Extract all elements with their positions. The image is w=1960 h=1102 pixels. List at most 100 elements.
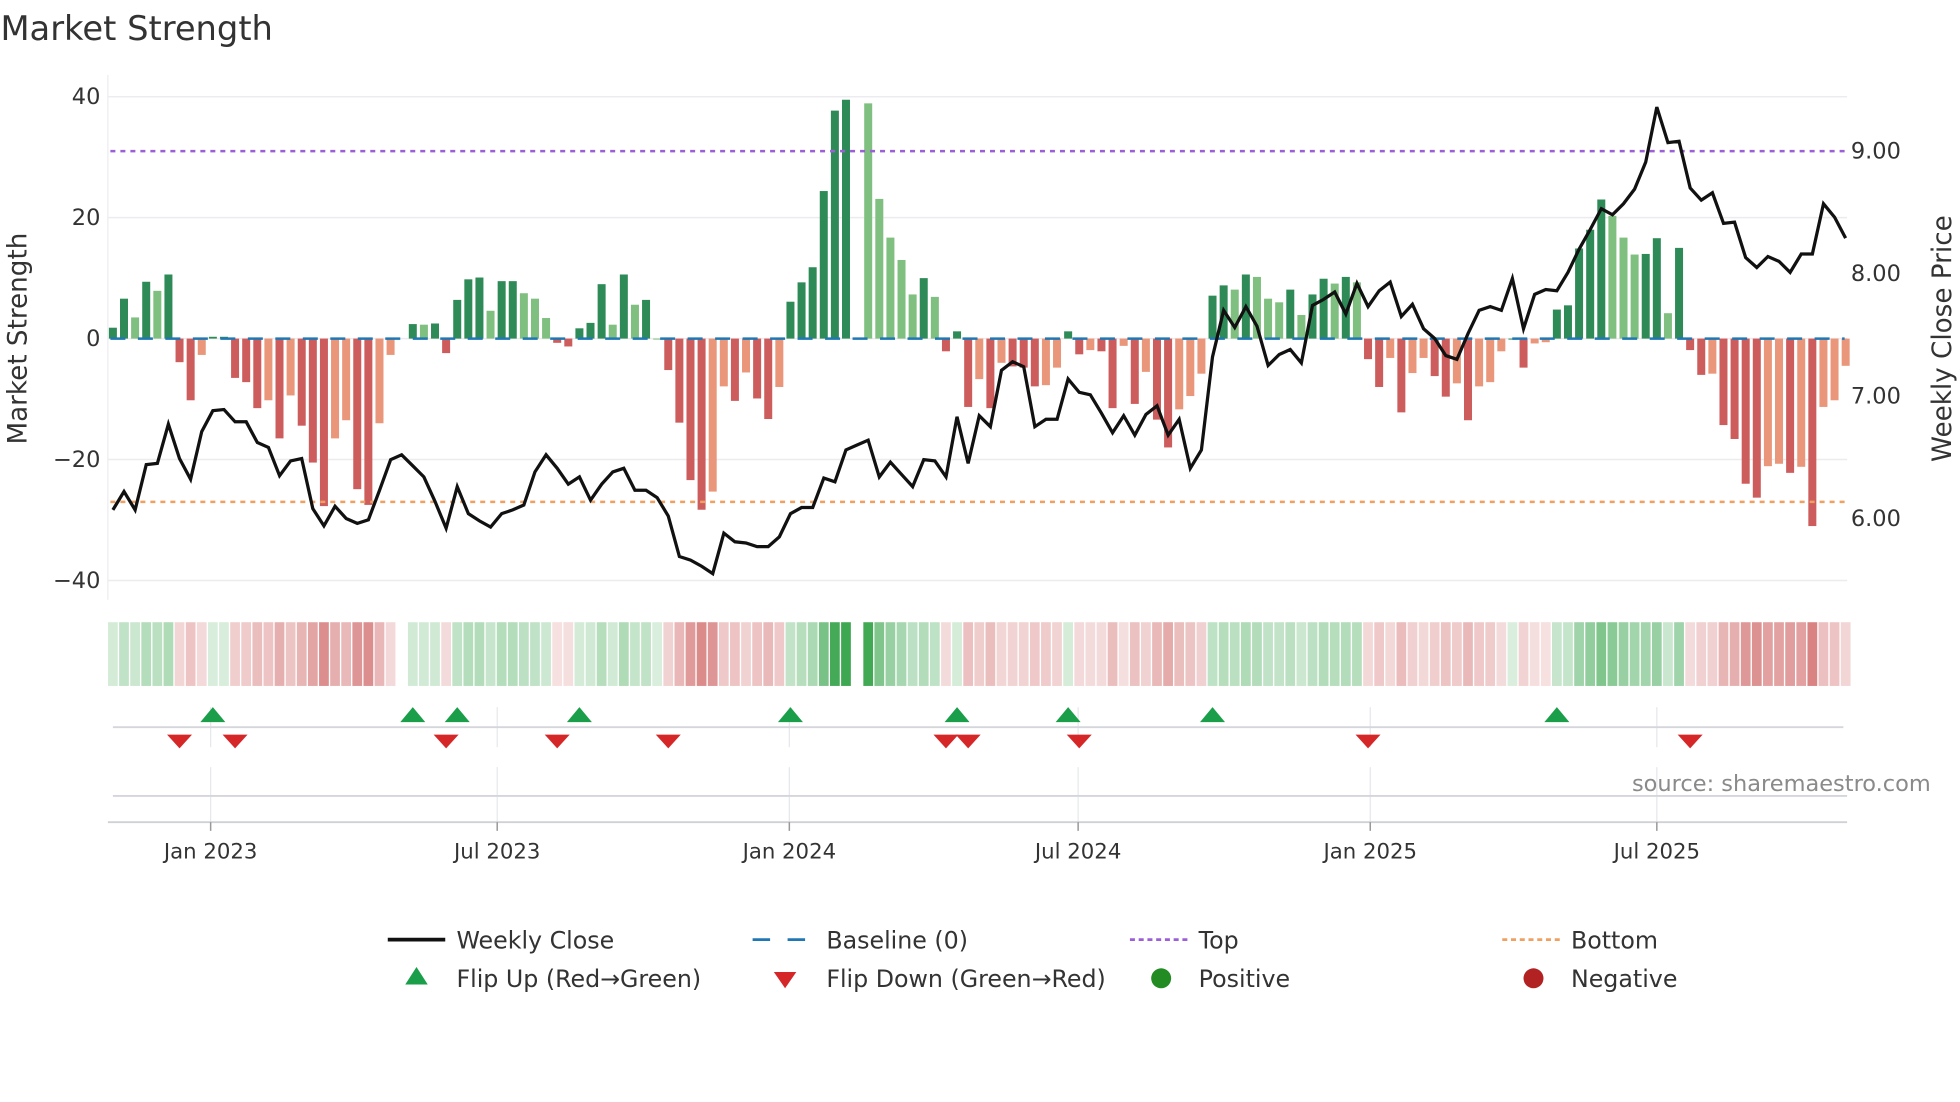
heatmap-cell — [1529, 622, 1540, 686]
strength-bar — [1775, 338, 1784, 464]
heatmap-cell — [1496, 622, 1507, 686]
heatmap-cell — [196, 622, 207, 686]
flip-down-marker — [544, 734, 570, 749]
legend-label: Flip Up (Red→Green) — [456, 965, 701, 993]
heatmap-cell — [1596, 622, 1607, 686]
strength-bar — [1019, 338, 1028, 368]
strength-bar — [1652, 238, 1661, 339]
strength-bar — [586, 322, 595, 339]
strength-bar — [253, 338, 262, 409]
strength-bar — [1464, 338, 1473, 421]
strength-bar — [197, 338, 206, 355]
heatmap-cell — [1574, 622, 1584, 686]
strength-bar — [1841, 338, 1850, 366]
strength-bar — [1408, 338, 1417, 374]
strength-bar — [1319, 278, 1328, 339]
heatmap-cell — [1063, 622, 1074, 686]
strength-bar — [908, 294, 917, 339]
strength-bar — [453, 299, 462, 339]
x-tick-label: Jul 2024 — [1033, 839, 1121, 864]
heatmap-cell — [463, 622, 474, 686]
legend-label: Bottom — [1571, 926, 1658, 954]
chart-title: Market Strength — [0, 9, 272, 48]
heatmap-cell — [907, 622, 918, 686]
strength-bar — [1053, 338, 1062, 368]
heatmap-cell — [363, 622, 374, 686]
heatmap-cell — [963, 622, 974, 686]
heatmap-cell — [1240, 622, 1251, 686]
heatmap-cell — [1774, 622, 1784, 686]
heatmap-cell — [541, 622, 551, 686]
heatmap-cell — [1174, 622, 1185, 686]
heatmap-cell — [918, 622, 929, 686]
legend-item-baseline[interactable]: Baseline (0) — [752, 926, 968, 954]
heatmap-cell — [807, 622, 818, 686]
legend-item-flip_up[interactable]: Flip Up (Red→Green) — [405, 965, 701, 993]
strength-bar — [1208, 295, 1217, 339]
heatmap-cell — [863, 622, 874, 686]
heatmap-cell — [1818, 622, 1829, 686]
strength-bar — [1663, 313, 1672, 339]
legend-item-positive[interactable]: Positive — [1151, 965, 1290, 993]
strength-bar — [1119, 338, 1128, 346]
heatmap-cell — [1041, 622, 1051, 686]
heatmap-cell — [641, 622, 651, 686]
strength-bar — [131, 317, 140, 339]
circle-icon — [1523, 968, 1544, 989]
heatmap-cell — [141, 622, 152, 686]
heatmap-cell — [219, 622, 229, 686]
strength-bar — [1041, 338, 1050, 386]
strength-bar — [153, 290, 162, 339]
strength-bar — [686, 338, 695, 481]
heatmap-cell — [696, 622, 707, 686]
legend-item-weekly_close[interactable]: Weekly Close — [387, 926, 614, 954]
strength-bar — [1708, 338, 1717, 374]
heatmap-cell — [407, 622, 418, 686]
strength-bar — [1586, 229, 1595, 339]
strength-bar — [786, 301, 795, 339]
heatmap-cell — [174, 622, 185, 686]
heatmap-cell — [108, 622, 118, 686]
heatmap-cell — [1374, 622, 1385, 686]
heatmap-cell — [785, 622, 796, 686]
heatmap-cell — [885, 622, 896, 686]
flip-up-marker — [566, 707, 592, 723]
flip-down-marker — [1066, 734, 1092, 749]
strength-bar — [1641, 253, 1650, 339]
heatmap-cell — [630, 622, 640, 686]
strength-bar — [1808, 338, 1817, 527]
legend-item-flip_down[interactable]: Flip Down (Green→Red) — [773, 965, 1106, 993]
heatmap-cell — [818, 622, 829, 686]
strength-bar — [775, 338, 784, 387]
heatmap-cell — [452, 622, 463, 686]
heatmap-cell — [563, 622, 574, 686]
legend-item-negative[interactable]: Negative — [1523, 965, 1678, 993]
legend-item-bottom[interactable]: Bottom — [1502, 926, 1658, 954]
heatmap-cell — [441, 622, 451, 686]
y2-tick-label: 7.00 — [1851, 384, 1901, 410]
heatmap-cell — [1751, 622, 1762, 686]
heatmap-cell — [1707, 622, 1718, 686]
heatmap-cell — [1718, 622, 1729, 686]
legend-label: Negative — [1571, 965, 1677, 993]
strength-bar — [1819, 338, 1828, 407]
flip-down-marker — [433, 734, 459, 749]
heatmap-cell — [1274, 622, 1285, 686]
heatmap-cell — [1029, 622, 1040, 686]
legend-item-top[interactable]: Top — [1129, 926, 1239, 954]
heatmap-cell — [274, 622, 285, 686]
strength-bar — [297, 338, 306, 426]
flip-up-marker — [1200, 707, 1226, 723]
strength-bar — [730, 338, 739, 401]
y-axis-label: Market Strength — [4, 233, 34, 445]
heatmap-cell — [1052, 622, 1062, 686]
flip-down-marker — [1355, 734, 1381, 749]
heatmap-cell — [830, 622, 840, 686]
heatmap-cell — [1640, 622, 1651, 686]
strength-bar — [664, 338, 673, 371]
strength-bar — [1752, 338, 1761, 498]
strength-bar — [986, 338, 995, 409]
strength-bar — [697, 338, 706, 510]
y2-tick-label: 6.00 — [1851, 506, 1901, 532]
heatmap-cell — [896, 622, 907, 686]
